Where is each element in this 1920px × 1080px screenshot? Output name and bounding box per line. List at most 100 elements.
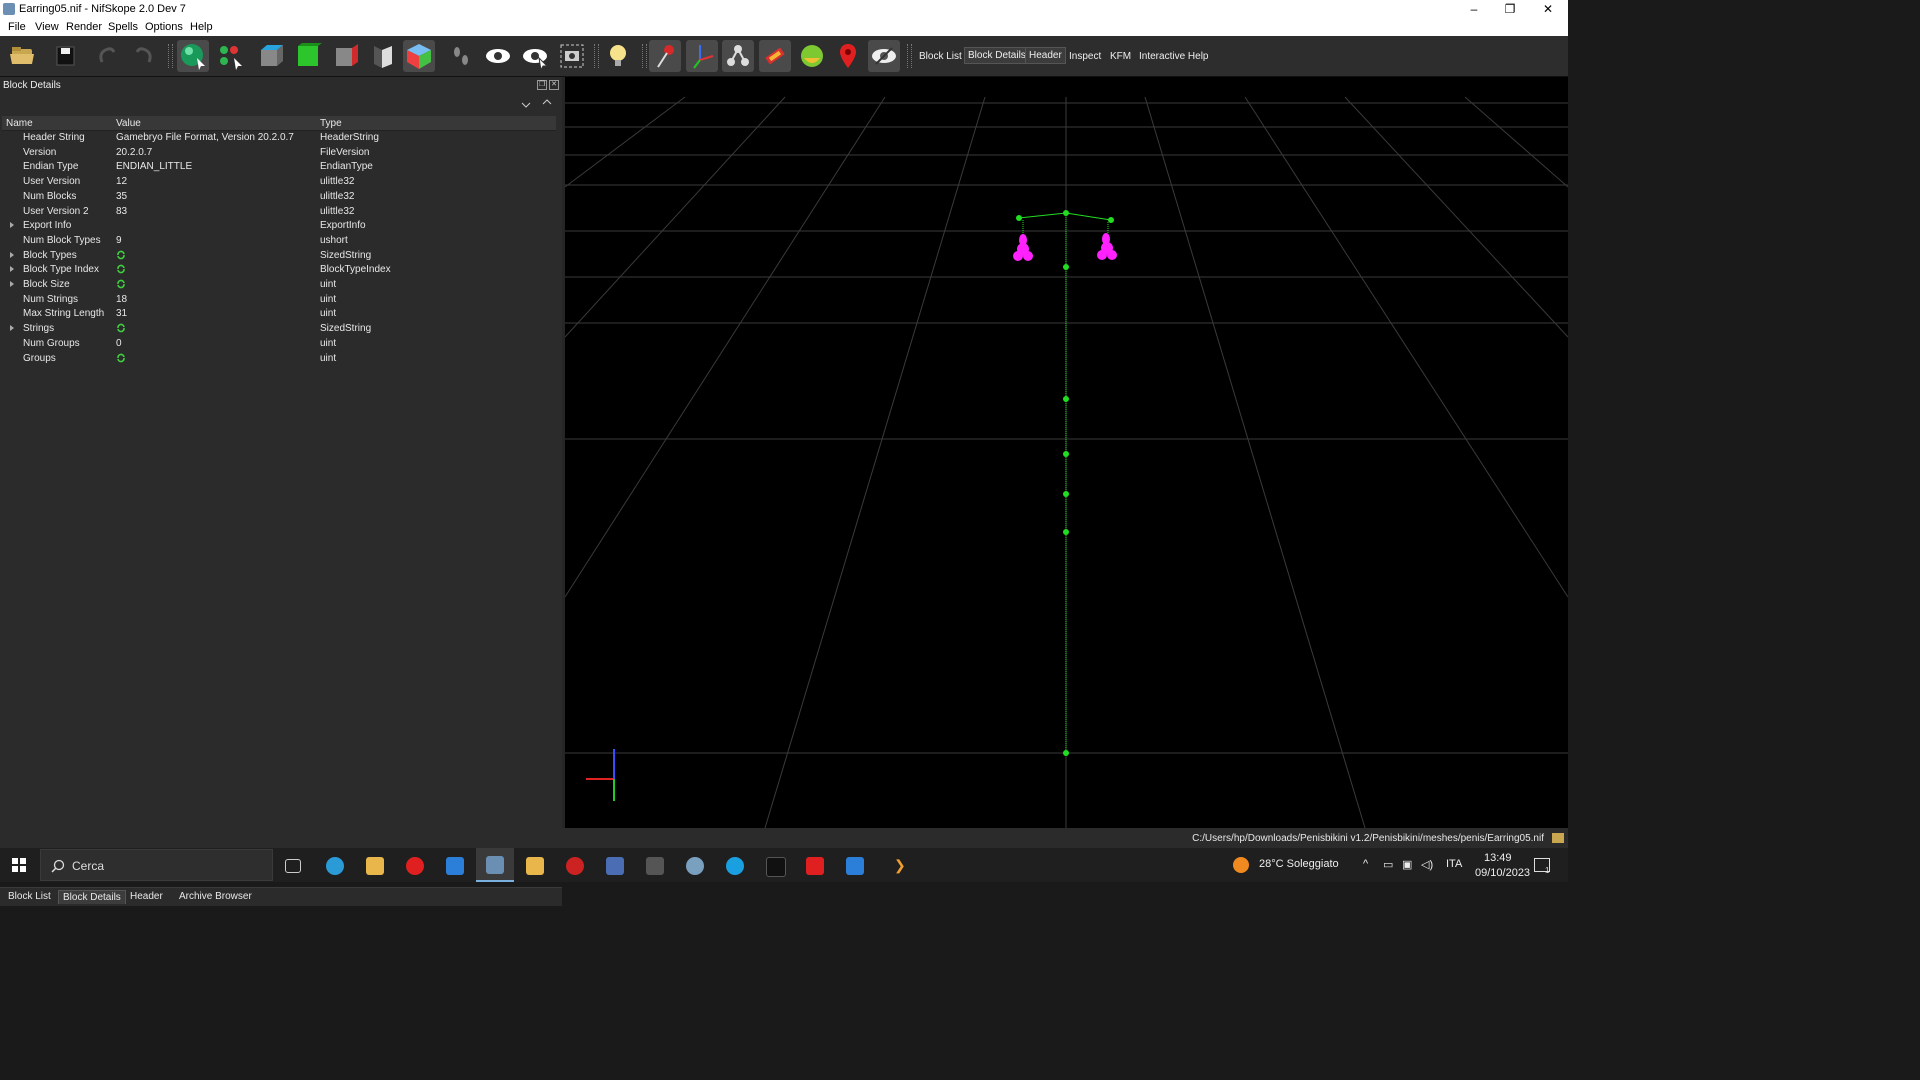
expand-arrow-icon[interactable] <box>10 222 14 229</box>
column-type[interactable]: Type <box>320 118 342 129</box>
weather-text[interactable]: 28°C Soleggiato <box>1259 858 1339 870</box>
toolbar-interactive-help[interactable]: Interactive Help <box>1136 49 1211 64</box>
row-value[interactable]: 9 <box>116 235 122 246</box>
app-icon-window[interactable] <box>846 857 864 875</box>
row-value[interactable]: Gamebryo File Format, Version 20.2.0.7 <box>116 132 294 143</box>
collapse-all-icon[interactable] <box>521 100 531 113</box>
table-row[interactable]: Num Groups 0 uint <box>2 337 556 351</box>
show-skeleton-icon[interactable] <box>722 40 754 72</box>
lighting-bulb-icon[interactable] <box>602 40 634 72</box>
show-hidden-icon[interactable] <box>482 40 514 72</box>
volume-icon[interactable]: ◁) <box>1421 858 1433 871</box>
select-vertex-icon[interactable] <box>214 40 246 72</box>
show-nodes-pin-icon[interactable] <box>649 40 681 72</box>
hide-hidden-icon[interactable] <box>868 40 900 72</box>
table-row[interactable]: User Version 2 83 ulittle32 <box>2 205 556 219</box>
app-icon-f[interactable] <box>806 857 824 875</box>
table-row[interactable]: Block Type Index BlockTypeIndex <box>2 263 556 277</box>
column-value[interactable]: Value <box>116 118 141 129</box>
app-icon-chevron[interactable]: ❯ <box>894 857 906 874</box>
select-object-icon[interactable] <box>177 40 209 72</box>
weather-icon[interactable] <box>1233 857 1249 873</box>
table-row[interactable]: User Version 12 ulittle32 <box>2 175 556 189</box>
tab-block-list[interactable]: Block List <box>4 890 55 903</box>
table-row[interactable]: Header String Gamebryo File Format, Versi… <box>2 131 556 145</box>
row-value[interactable]: ENDIAN_LITTLE <box>116 161 192 172</box>
close-panel-icon[interactable]: ✕ <box>549 80 559 90</box>
view-user-icon[interactable] <box>366 40 398 72</box>
table-row[interactable]: Export Info ExportInfo <box>2 219 556 233</box>
show-axes-icon[interactable] <box>686 40 718 72</box>
nifskope-taskbar-button[interactable] <box>476 848 514 882</box>
redo-icon[interactable] <box>127 40 159 72</box>
app-icon-terminal[interactable] <box>766 857 786 877</box>
table-row[interactable]: Version 20.2.0.7 FileVersion <box>2 146 556 160</box>
show-markers-icon[interactable] <box>796 40 828 72</box>
store-icon[interactable] <box>446 857 464 875</box>
app-icon-pen[interactable] <box>606 857 624 875</box>
table-row[interactable]: Strings SizedString <box>2 322 556 336</box>
show-hidden-select-icon[interactable] <box>519 40 551 72</box>
expand-arrow-icon[interactable] <box>10 281 14 287</box>
task-view-icon[interactable] <box>285 859 301 873</box>
menu-spells[interactable]: Spells <box>108 21 138 33</box>
tab-archive-browser[interactable]: Archive Browser <box>175 890 256 903</box>
column-name[interactable]: Name <box>6 118 33 129</box>
taskbar-search[interactable]: Cerca <box>40 849 273 881</box>
restore-button[interactable]: ❐ <box>1492 0 1528 18</box>
network-icon[interactable]: ▣ <box>1402 858 1412 871</box>
menu-help[interactable]: Help <box>190 21 213 33</box>
file-explorer-icon[interactable] <box>366 857 384 875</box>
menu-view[interactable]: View <box>35 21 59 33</box>
row-value[interactable]: 20.2.0.7 <box>116 147 152 158</box>
expand-all-icon[interactable] <box>542 97 552 110</box>
table-row[interactable]: Max String Length 31 uint <box>2 307 556 321</box>
tray-device-icon[interactable]: ▭ <box>1383 858 1393 871</box>
view-top-icon[interactable] <box>330 40 362 72</box>
row-value[interactable]: 35 <box>116 191 127 202</box>
clock-date[interactable]: 09/10/2023 <box>1475 867 1530 879</box>
table-row[interactable]: Num Blocks 35 ulittle32 <box>2 190 556 204</box>
open-file-icon[interactable] <box>6 40 38 72</box>
clock-time[interactable]: 13:49 <box>1484 852 1512 864</box>
toolbar-inspect[interactable]: Inspect <box>1066 49 1104 64</box>
toolbar-header[interactable]: Header <box>1025 47 1066 64</box>
toolbar-kfm[interactable]: KFM <box>1107 49 1134 64</box>
menu-render[interactable]: Render <box>66 21 102 33</box>
save-file-icon[interactable] <box>50 40 82 72</box>
view-side-icon[interactable] <box>292 40 324 72</box>
toolbar-block-details[interactable]: Block Details <box>964 47 1030 64</box>
table-row[interactable]: Block Size uint <box>2 278 556 292</box>
float-panel-icon[interactable]: ❐ <box>537 80 547 90</box>
render-viewport[interactable] <box>565 77 1568 828</box>
expand-arrow-icon[interactable] <box>10 251 14 258</box>
table-row[interactable]: Num Strings 18 uint <box>2 293 556 307</box>
windows-start-icon[interactable] <box>12 858 26 875</box>
row-value[interactable]: 83 <box>116 206 127 217</box>
app-icon-paint[interactable] <box>686 857 704 875</box>
skype-icon[interactable] <box>726 857 744 875</box>
tray-chevron-up-icon[interactable]: ^ <box>1363 858 1368 870</box>
expand-arrow-icon[interactable] <box>10 266 14 273</box>
minimize-button[interactable]: – <box>1456 0 1492 18</box>
tab-header[interactable]: Header <box>126 890 167 903</box>
show-constraints-icon[interactable] <box>759 40 791 72</box>
table-row[interactable]: Num Block Types 9 ushort <box>2 234 556 248</box>
tab-block-details[interactable]: Block Details <box>58 890 126 904</box>
row-value[interactable]: 31 <box>116 308 127 319</box>
menu-options[interactable]: Options <box>145 21 183 33</box>
archive-app-icon[interactable] <box>526 857 544 875</box>
row-value[interactable]: 0 <box>116 338 122 349</box>
screenshot-icon[interactable] <box>556 40 588 72</box>
table-row[interactable]: Endian Type ENDIAN_LITTLE EndianType <box>2 160 556 174</box>
view-front-icon[interactable] <box>255 40 287 72</box>
row-value[interactable]: 12 <box>116 176 127 187</box>
app-icon-gear[interactable] <box>566 857 584 875</box>
show-location-icon[interactable] <box>832 40 864 72</box>
toolbar-block-list[interactable]: Block List <box>916 49 965 64</box>
walk-mode-icon[interactable] <box>445 40 477 72</box>
edge-browser-icon[interactable] <box>326 857 344 875</box>
app-icon-blender[interactable] <box>646 857 664 875</box>
undo-icon[interactable] <box>92 40 124 72</box>
row-value[interactable]: 18 <box>116 294 127 305</box>
